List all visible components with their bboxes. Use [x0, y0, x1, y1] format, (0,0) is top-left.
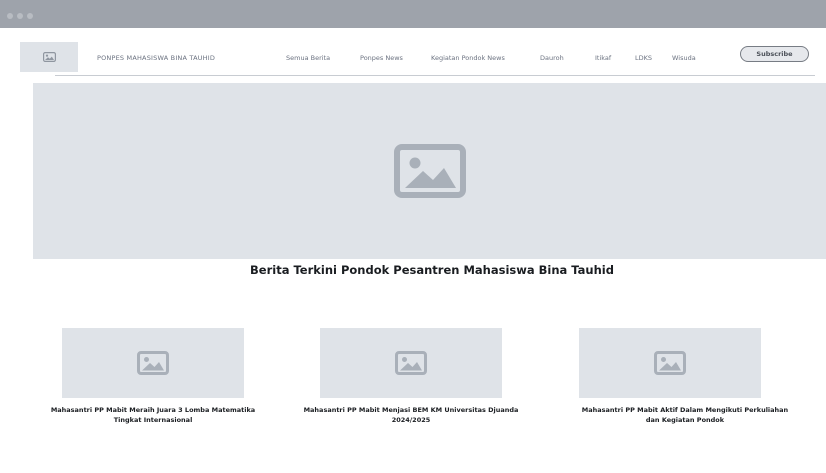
image-placeholder-icon [395, 351, 427, 375]
nav-link-ldks[interactable]: LDKS [635, 54, 652, 62]
navbar-divider [55, 75, 815, 76]
window-minimize-dot-icon[interactable] [17, 13, 23, 19]
window-maximize-dot-icon[interactable] [27, 13, 33, 19]
article-title[interactable]: Mahasantri PP Mabit Meraih Juara 3 Lomba… [38, 406, 268, 425]
article-title[interactable]: Mahasantri PP Mabit Aktif Dalam Mengikut… [574, 406, 796, 425]
browser-titlebar [0, 0, 826, 28]
subscribe-button[interactable]: Subscribe [740, 46, 809, 62]
nav-link-semua-berita[interactable]: Semua Berita [286, 54, 330, 62]
navbar: PONPES MAHASISWA BINA TAUHID Semua Berit… [0, 28, 826, 80]
nav-link-wisuda[interactable]: Wisuda [672, 54, 696, 62]
brand-name[interactable]: PONPES MAHASISWA BINA TAUHID [97, 54, 215, 62]
image-placeholder-icon [42, 52, 56, 62]
page-headline: Berita Terkini Pondok Pesantren Mahasisw… [250, 263, 614, 277]
nav-link-itikaf[interactable]: Itikaf [595, 54, 611, 62]
image-placeholder-icon [654, 351, 686, 375]
image-placeholder-icon [393, 144, 466, 198]
window-close-dot-icon[interactable] [7, 13, 13, 19]
article-thumbnail[interactable] [579, 328, 761, 398]
hero-banner [33, 83, 826, 259]
logo[interactable] [20, 42, 78, 72]
nav-link-ponpes-news[interactable]: Ponpes News [360, 54, 403, 62]
article-thumbnail[interactable] [62, 328, 244, 398]
nav-link-dauroh[interactable]: Dauroh [540, 54, 564, 62]
nav-link-kegiatan-pondok-news[interactable]: Kegiatan Pondok News [431, 54, 505, 62]
article-title[interactable]: Mahasantri PP Mabit Menjasi BEM KM Unive… [296, 406, 526, 425]
article-thumbnail[interactable] [320, 328, 502, 398]
image-placeholder-icon [137, 351, 169, 375]
